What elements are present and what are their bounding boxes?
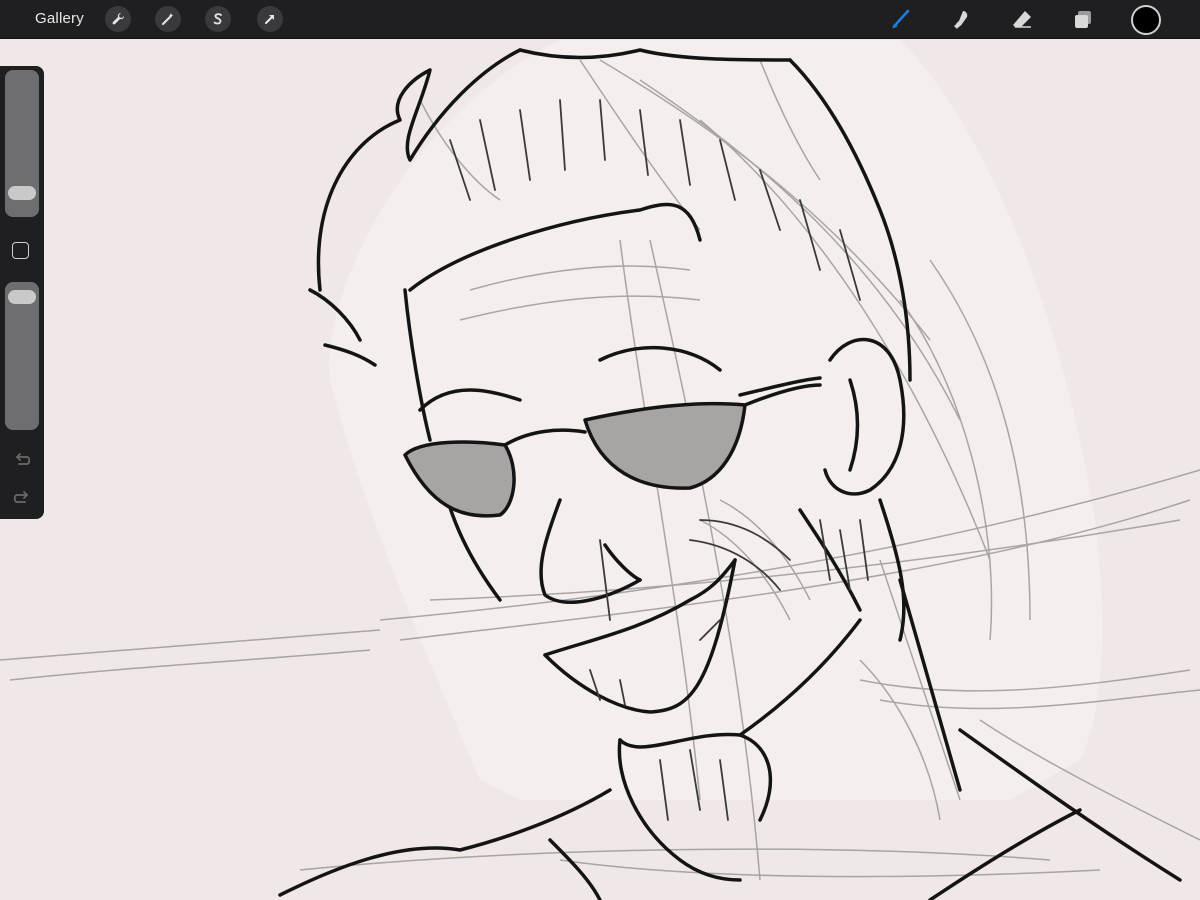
layers-button[interactable]: [1069, 6, 1097, 34]
eraser-tool-button[interactable]: [1008, 6, 1036, 34]
drawing-canvas[interactable]: [0, 0, 1200, 900]
brush-size-slider[interactable]: [5, 70, 39, 217]
undo-arrow-icon[interactable]: [11, 449, 33, 471]
modify-square-icon[interactable]: [12, 242, 29, 259]
gallery-button[interactable]: Gallery: [35, 10, 84, 27]
color-picker-swatch[interactable]: [1131, 5, 1161, 35]
sketch-artwork: [0, 40, 1200, 900]
eraser-icon: [1013, 11, 1031, 28]
top-toolbar: Gallery: [0, 0, 1200, 39]
brush-tool-button[interactable]: [886, 6, 914, 34]
wrench-icon: [112, 12, 125, 25]
selection-s-icon: [213, 13, 222, 25]
smudge-icon: [954, 11, 968, 29]
actions-button[interactable]: [105, 6, 131, 32]
arrow-cursor-icon: [265, 15, 274, 24]
left-sidebar: [0, 66, 44, 519]
adjustments-button[interactable]: [155, 6, 181, 32]
smudge-tool-button[interactable]: [947, 6, 975, 34]
layers-icon: [1075, 11, 1091, 28]
brush-size-thumb[interactable]: [8, 186, 36, 200]
redo-arrow-icon[interactable]: [11, 487, 33, 509]
transform-button[interactable]: [257, 6, 283, 32]
procreate-app: Gallery: [0, 0, 1200, 900]
selection-button[interactable]: [205, 6, 231, 32]
brush-opacity-slider[interactable]: [5, 282, 39, 430]
brush-icon: [892, 9, 910, 28]
brush-opacity-thumb[interactable]: [8, 290, 36, 304]
magic-wand-icon: [162, 13, 174, 25]
